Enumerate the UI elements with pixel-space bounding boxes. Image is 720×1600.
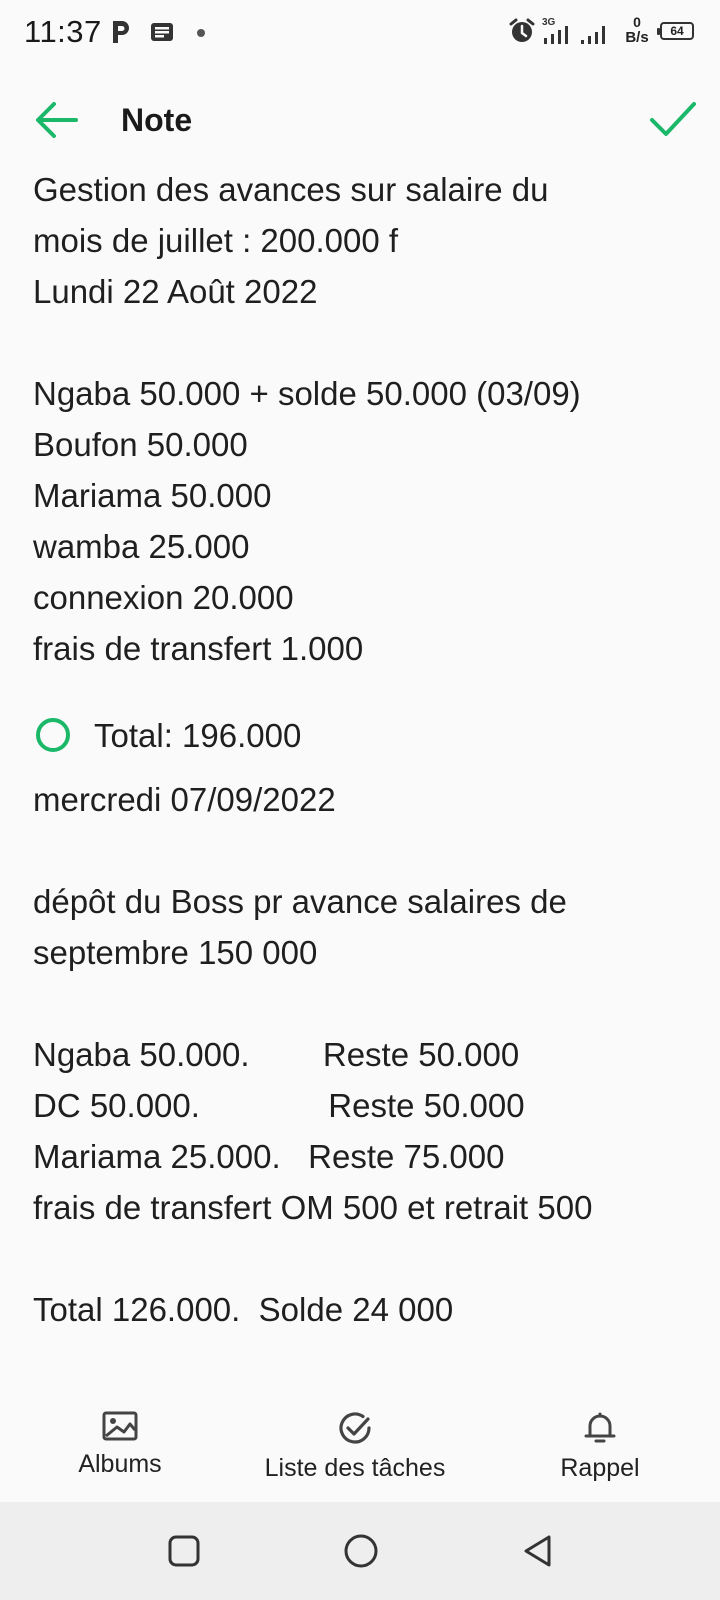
note-screen: 11:37 3G 0 B/s 64 Note Gestion des avanc… (0, 0, 720, 1600)
svg-text:3G: 3G (542, 17, 556, 28)
albums-button[interactable]: Albums (62, 1408, 178, 1479)
note-line: dépôt du Boss pr avance salaires de (33, 883, 567, 920)
check-circle-icon (339, 1412, 371, 1444)
note-line: mois de juillet : 200.000 f (33, 222, 399, 259)
message-icon (151, 23, 173, 41)
status-bar: 11:37 3G 0 B/s 64 (0, 0, 720, 66)
note-toolbar: Albums Liste des tâches Rappel (0, 1398, 720, 1500)
note-line: Boufon 50.000 (33, 426, 248, 463)
note-line: wamba 25.000 (33, 528, 250, 565)
note-line: DC 50.000. Reste 50.000 (33, 1087, 525, 1124)
navigation-bar (0, 1502, 720, 1600)
status-time: 11:37 (24, 14, 102, 49)
battery-indicator: 64 (657, 22, 694, 40)
parking-icon (113, 21, 129, 43)
app-bar: Note (0, 80, 720, 160)
network-speed: 0 B/s (622, 14, 652, 46)
checkmark-icon (650, 102, 696, 136)
triangle-back-icon (524, 1535, 551, 1567)
albums-label: Albums (78, 1450, 162, 1478)
network-speed-value: 0 (633, 14, 641, 30)
note-line: Lundi 22 Août 2022 (33, 273, 318, 310)
note-line: Ngaba 50.000. Reste 50.000 (33, 1036, 520, 1073)
signal-bars-icon (581, 26, 605, 44)
note-line (33, 317, 703, 368)
alarm-icon (509, 18, 535, 42)
bell-icon (584, 1412, 616, 1443)
circle-icon (344, 1534, 378, 1568)
note-line: Mariama 50.000 (33, 477, 272, 514)
note-line: septembre 150 000 (33, 934, 318, 971)
note-line: connexion 20.000 (33, 579, 294, 616)
signal-3g-icon: 3G (542, 17, 568, 44)
reminder-button[interactable]: Rappel (540, 1408, 660, 1483)
recents-button[interactable] (164, 1531, 204, 1571)
note-line (33, 978, 703, 1029)
note-line (33, 1233, 703, 1284)
todo-checkbox[interactable] (36, 718, 70, 752)
image-icon (102, 1411, 138, 1441)
page-title: Note (121, 102, 193, 138)
note-line: Total 126.000. Solde 24 000 (33, 1291, 454, 1328)
note-line: Mariama 25.000. Reste 75.000 (33, 1138, 505, 1175)
back-button[interactable] (28, 94, 84, 146)
todo-item-text: Total: 196.000 (94, 716, 302, 754)
note-section-2: mercredi 07/09/2022 dépôt du Boss pr ava… (33, 774, 703, 1335)
note-line: frais de transfert OM 500 et retrait 500 (33, 1189, 593, 1226)
note-line: Ngaba 50.000 + solde 50.000 (03/09) (33, 375, 581, 412)
note-editor[interactable]: Gestion des avances sur salaire du mois … (33, 164, 703, 1335)
notification-dot-icon (197, 29, 205, 37)
reminder-label: Rappel (560, 1454, 640, 1482)
task-list-button[interactable]: Liste des tâches (250, 1408, 460, 1483)
note-line: mercredi 07/09/2022 (33, 781, 336, 818)
todo-item[interactable]: Total: 196.000 (33, 701, 703, 769)
note-line: frais de transfert 1.000 (33, 630, 364, 667)
task-list-label: Liste des tâches (264, 1454, 446, 1482)
nav-back-button[interactable] (518, 1531, 558, 1571)
home-button[interactable] (341, 1531, 381, 1571)
note-line: Gestion des avances sur salaire du (33, 171, 549, 208)
note-section-1: Gestion des avances sur salaire du mois … (33, 164, 703, 674)
network-speed-unit: B/s (625, 29, 649, 46)
note-line (33, 825, 703, 876)
square-icon (168, 1535, 200, 1567)
save-button[interactable] (644, 94, 700, 146)
arrow-left-icon (36, 102, 78, 138)
